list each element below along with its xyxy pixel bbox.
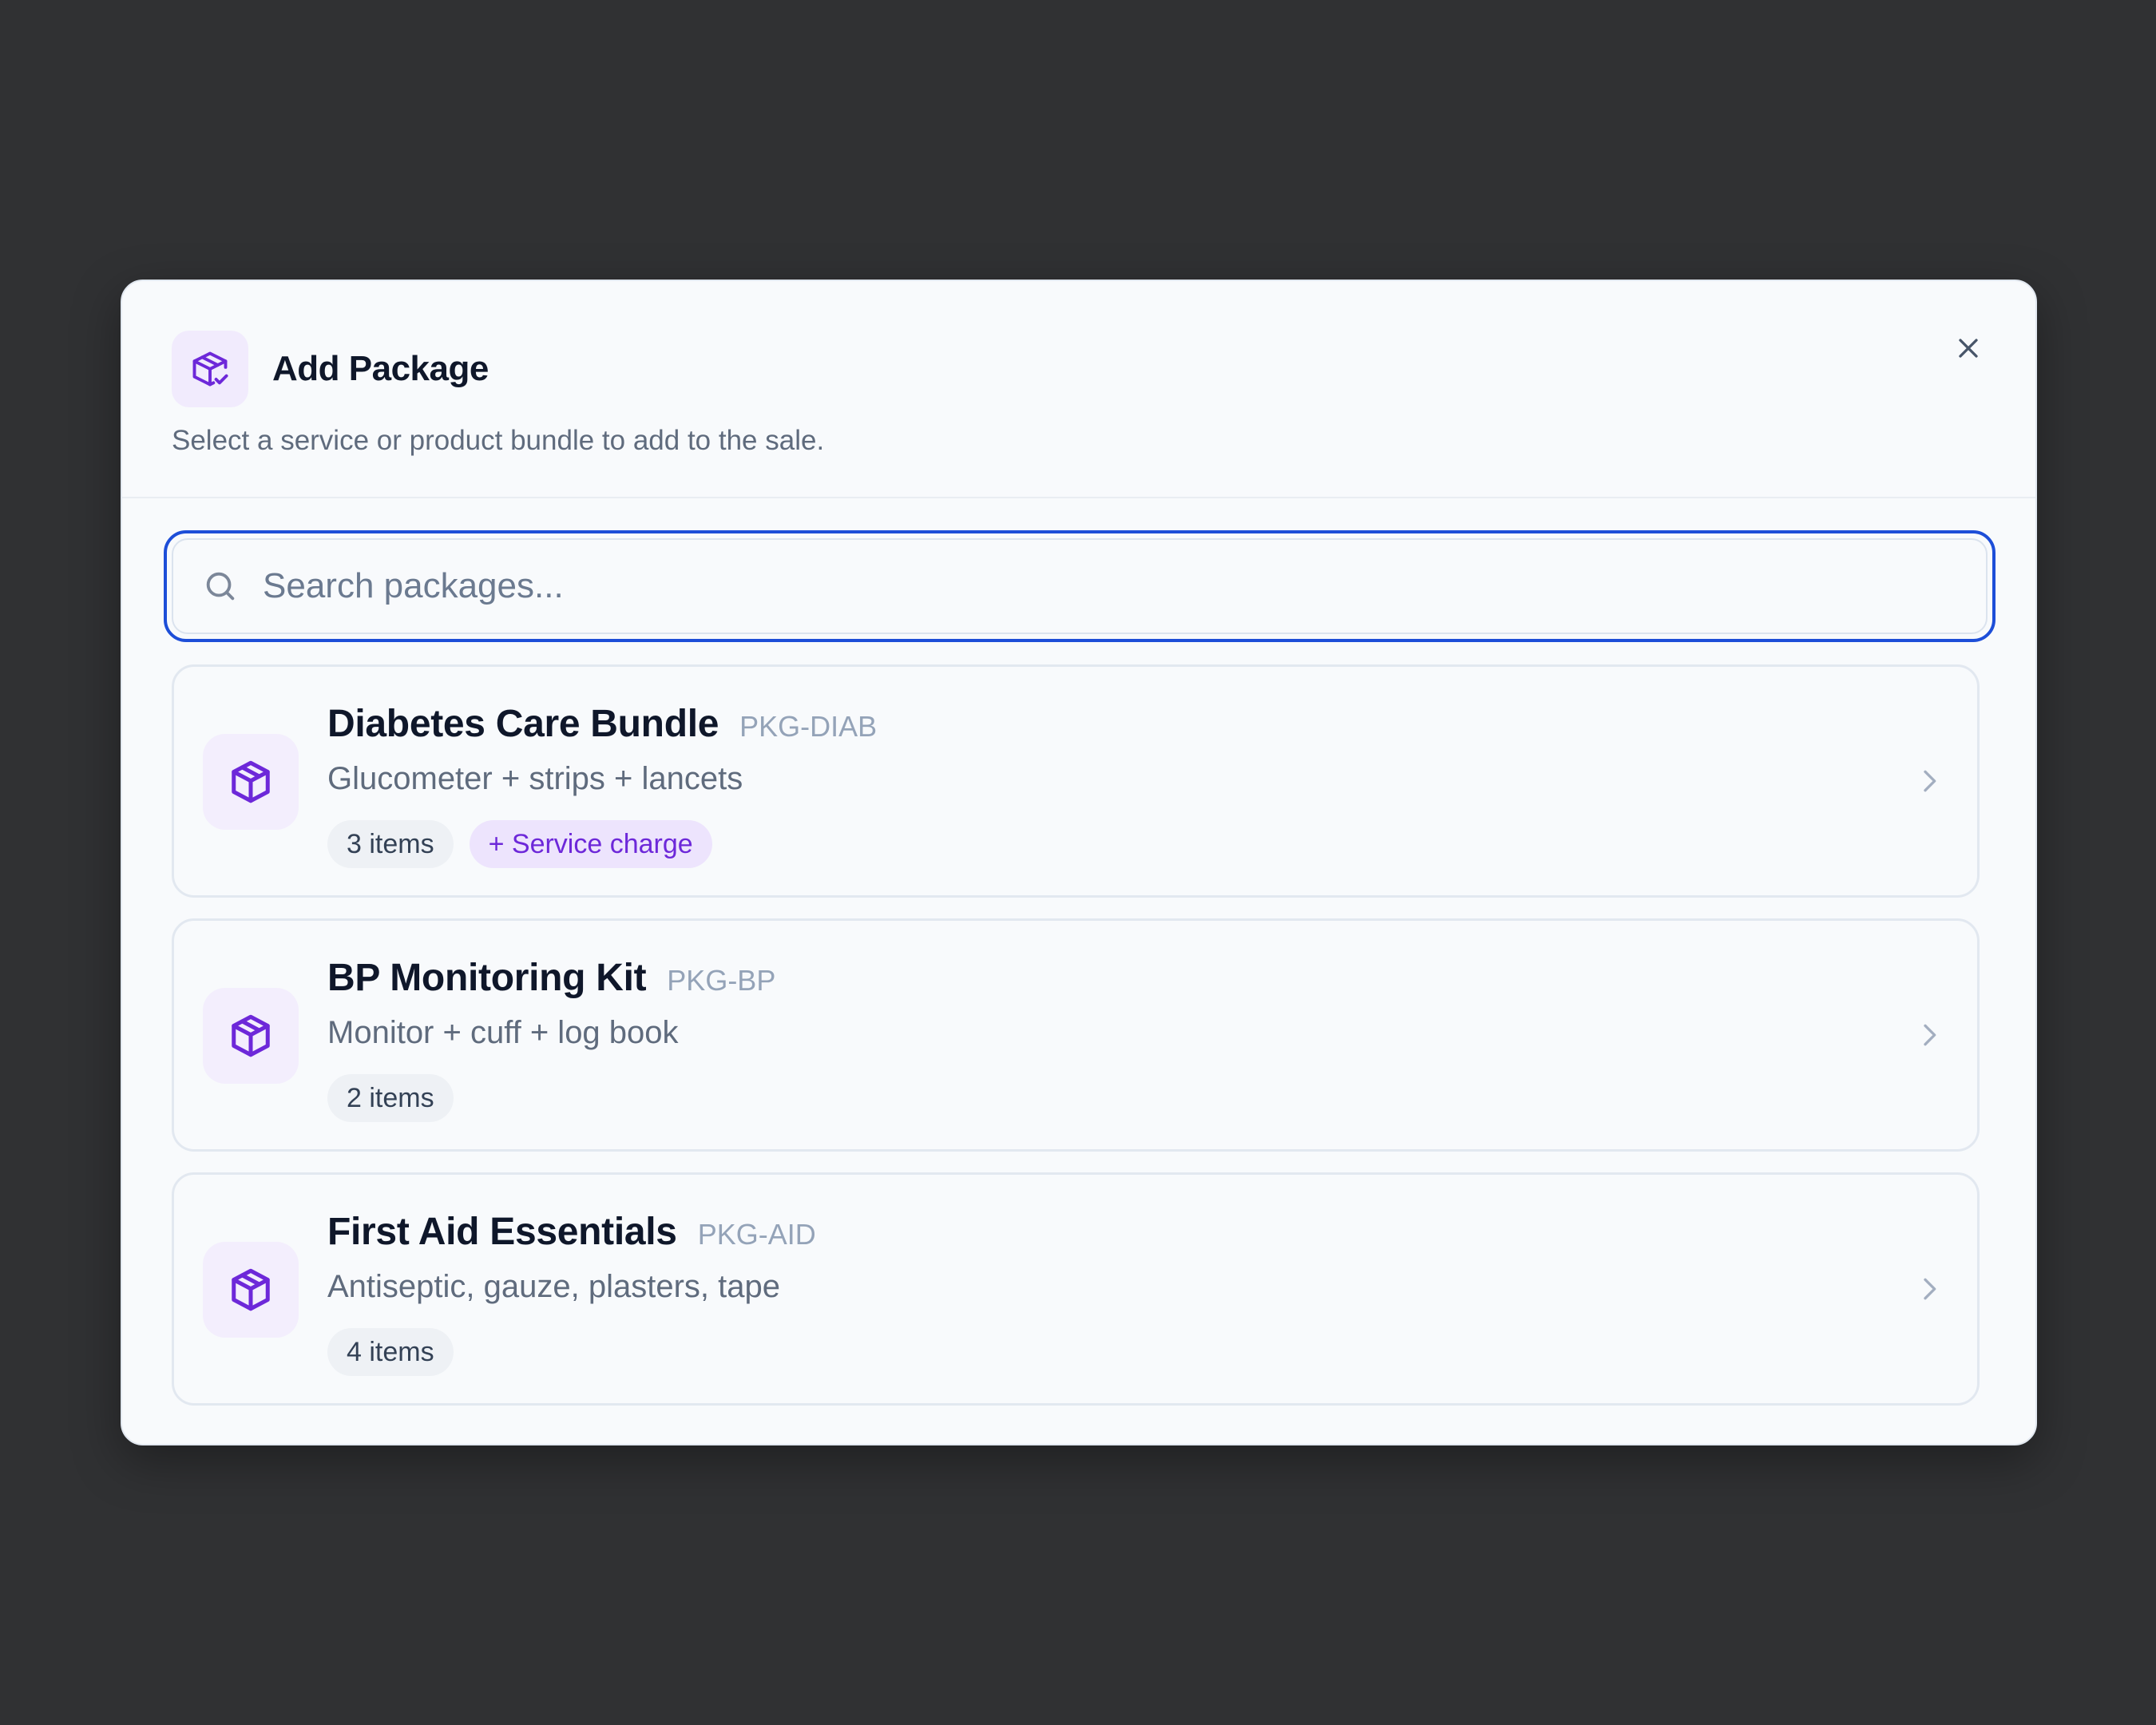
- package-name: First Aid Essentials: [327, 1211, 677, 1253]
- chevron-right-icon: [1924, 1024, 1936, 1046]
- service-charge-badge: + Service charge: [469, 820, 712, 868]
- package-card-bp-monitoring-kit[interactable]: BP Monitoring Kit PKG-BP Monitor + cuff …: [172, 918, 1980, 1152]
- search-icon: [206, 572, 235, 601]
- dialog-subtitle: Select a service or product bundle to ad…: [172, 425, 825, 456]
- items-count-badge: 4 items: [327, 1328, 454, 1376]
- search-field: [164, 530, 1995, 642]
- close-button[interactable]: [1943, 323, 1994, 374]
- package-badges: 2 items: [327, 1074, 454, 1122]
- package-code: PKG-AID: [697, 1218, 816, 1251]
- chevron-right-icon: [1924, 1278, 1936, 1300]
- search-input[interactable]: [261, 540, 1970, 632]
- package-code: PKG-BP: [667, 964, 776, 997]
- dialog-header: Add Package Select a service or product …: [122, 281, 2035, 498]
- add-package-dialog: Add Package Select a service or product …: [121, 280, 2037, 1445]
- items-count-badge: 2 items: [327, 1074, 454, 1122]
- package-check-icon: [172, 331, 248, 407]
- package-badges: 4 items: [327, 1328, 454, 1376]
- package-icon: [203, 988, 299, 1084]
- items-count-badge: 3 items: [327, 820, 454, 868]
- package-header: Diabetes Care Bundle PKG-DIAB: [327, 702, 877, 746]
- package-description: Glucometer + strips + lancets: [327, 761, 743, 796]
- package-header: First Aid Essentials PKG-AID: [327, 1210, 816, 1254]
- package-name: Diabetes Care Bundle: [327, 703, 719, 745]
- search-box: [172, 538, 1988, 634]
- package-header: BP Monitoring Kit PKG-BP: [327, 956, 775, 1000]
- package-card-diabetes-care-bundle[interactable]: Diabetes Care Bundle PKG-DIAB Glucometer…: [172, 664, 1980, 898]
- package-icon: [203, 734, 299, 830]
- package-description: Antiseptic, gauze, plasters, tape: [327, 1269, 780, 1304]
- chevron-right-icon: [1924, 770, 1936, 792]
- package-card-first-aid-essentials[interactable]: First Aid Essentials PKG-AID Antiseptic,…: [172, 1172, 1980, 1406]
- package-code: PKG-DIAB: [739, 710, 878, 743]
- dialog-title: Add Package: [272, 349, 489, 388]
- package-icon: [203, 1242, 299, 1338]
- package-badges: 3 items + Service charge: [327, 820, 712, 868]
- package-name: BP Monitoring Kit: [327, 957, 647, 999]
- package-list: Diabetes Care Bundle PKG-DIAB Glucometer…: [172, 664, 1980, 1426]
- close-icon: [1959, 339, 1978, 358]
- package-description: Monitor + cuff + log book: [327, 1015, 679, 1050]
